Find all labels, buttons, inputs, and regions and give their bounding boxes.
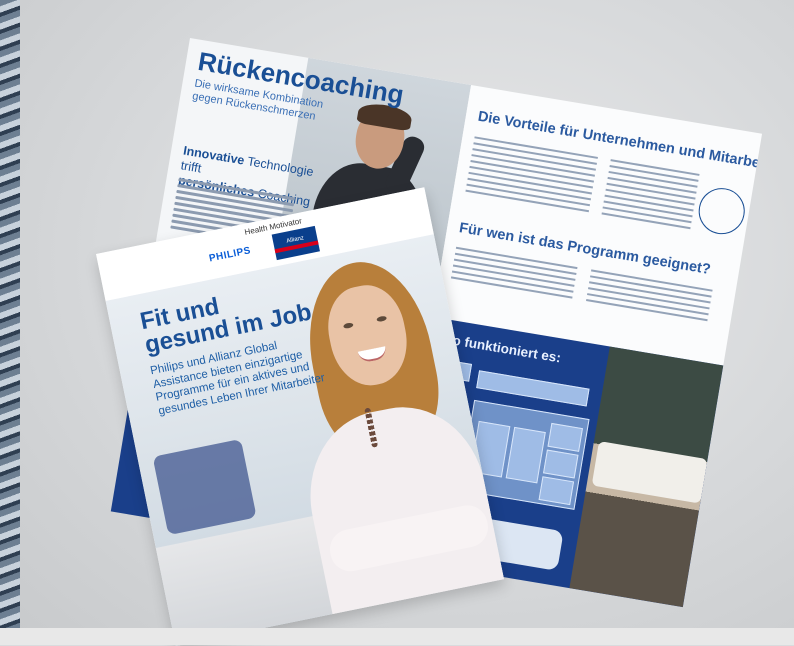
how-it-works-title: So funktioniert es: bbox=[442, 331, 563, 366]
target-heading-strong: Für wen bbox=[458, 220, 516, 246]
allianz-logo: Allianz bbox=[271, 225, 320, 261]
bottom-border bbox=[0, 628, 794, 645]
benefits-text-right bbox=[601, 159, 700, 233]
benefits-heading-strong: Vorteile bbox=[502, 113, 557, 138]
philips-logo: PHILIPS bbox=[208, 245, 252, 265]
benefits-text-left bbox=[465, 136, 598, 216]
highlight-circle bbox=[695, 184, 749, 238]
benefits-heading-pre: Die bbox=[476, 108, 506, 129]
left-edge-photo bbox=[0, 0, 20, 645]
back-brochure-right-page: Die Vorteile für Unternehmen und Mitarbe… bbox=[432, 85, 763, 366]
